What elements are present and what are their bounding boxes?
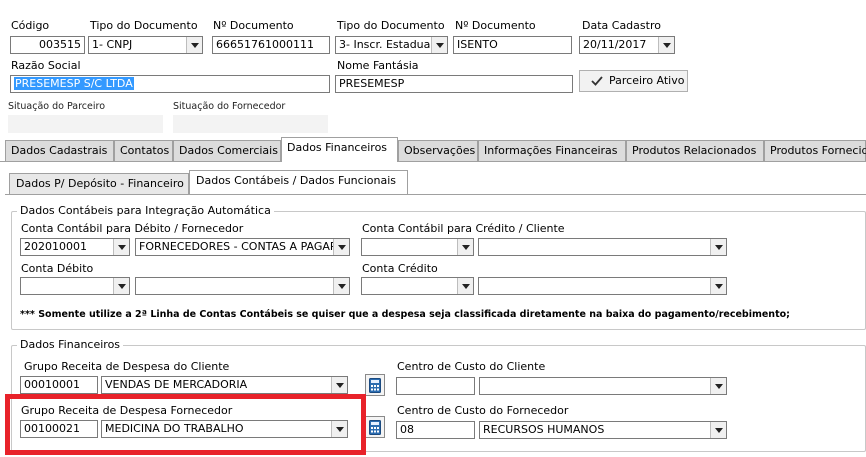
tipo-documento-select[interactable]: 1- CNPJ — [88, 36, 203, 54]
conta-debito-fornecedor-label: Conta Contábil para Débito / Fornecedor — [21, 222, 244, 235]
conta-credito-label: Conta Crédito — [362, 262, 438, 275]
codigo-label: Código — [11, 19, 50, 32]
tab-contatos[interactable]: Contatos — [114, 140, 173, 162]
centro-cliente-code-input[interactable] — [396, 377, 475, 395]
conta-debito-fornecedor-code: 202010001 — [24, 240, 87, 253]
conta-debito-desc-select[interactable] — [135, 277, 350, 295]
conta-debito-fornecedor-code-select[interactable]: 202010001 — [20, 238, 130, 256]
tipo-documento2-value: 3- Inscr. Estadual — [339, 38, 434, 51]
situacao-fornecedor-label: Situação do Fornecedor — [173, 101, 286, 112]
tab-informacoes-financeiras[interactable]: Informações Financeiras — [478, 140, 626, 162]
subtab-dados-deposito[interactable]: Dados P/ Depósito - Financeiro — [9, 173, 189, 195]
nome-fantasia-input[interactable]: PRESEMESP — [335, 75, 573, 93]
tab-dados-comerciais[interactable]: Dados Comerciais — [173, 140, 281, 162]
data-cadastro-picker[interactable]: 20/11/2017 — [579, 36, 675, 54]
razao-social-input[interactable]: PRESEMESP S/C LTDA — [10, 75, 330, 93]
chevron-down-icon[interactable] — [457, 278, 473, 294]
conta-debito-label: Conta Débito — [21, 262, 94, 275]
numero-documento-label: Nº Documento — [213, 19, 294, 32]
tab-produtos-relacionados[interactable]: Produtos Relacionados — [626, 140, 764, 162]
centro-cliente-label: Centro de Custo do Cliente — [397, 360, 546, 373]
situacao-fornecedor-field — [173, 115, 328, 133]
tab-dados-cadastrais[interactable]: Dados Cadastrais — [5, 140, 114, 162]
situacao-parceiro-field — [8, 115, 163, 133]
chevron-down-icon[interactable] — [457, 239, 473, 255]
parceiro-ativo-label: Parceiro Ativo — [609, 74, 685, 87]
grupo-fornecedor-label: Grupo Receita de Despesa Fornecedor — [21, 404, 233, 417]
centro-fornecedor-desc: RECURSOS HUMANOS — [483, 423, 605, 436]
tipo-documento2-select[interactable]: 3- Inscr. Estadual — [335, 36, 448, 54]
tipo-documento-value: 1- CNPJ — [92, 38, 133, 51]
razao-social-label: Razão Social — [11, 59, 81, 72]
conta-credito-desc-select[interactable] — [478, 277, 727, 295]
chevron-down-icon[interactable] — [333, 239, 349, 255]
chevron-down-icon[interactable] — [113, 278, 129, 294]
calculator-button-fornecedor[interactable] — [365, 416, 385, 438]
numero-documento-input[interactable]: 66651761000111 — [212, 36, 330, 54]
centro-cliente-desc-select[interactable] — [479, 377, 727, 395]
grupo-cliente-label: Grupo Receita de Despesa do Cliente — [24, 360, 230, 373]
codigo-input[interactable]: 003515 — [10, 36, 85, 54]
situacao-parceiro-label: Situação do Parceiro — [8, 101, 106, 112]
chevron-down-icon[interactable] — [710, 239, 726, 255]
data-cadastro-value: 20/11/2017 — [583, 38, 647, 51]
chevron-down-icon[interactable] — [333, 278, 349, 294]
grupo-cliente-desc-select[interactable]: VENDAS DE MERCADORIA — [101, 376, 348, 394]
chevron-down-icon[interactable] — [710, 278, 726, 294]
centro-fornecedor-desc-select[interactable]: RECURSOS HUMANOS — [479, 421, 727, 439]
grupo-cliente-code-input[interactable]: 00010001 — [20, 376, 98, 394]
chevron-down-icon[interactable] — [186, 37, 202, 53]
chevron-down-icon[interactable] — [331, 377, 347, 393]
tab-observacoes[interactable]: Observações — [398, 140, 478, 162]
checkmark-icon — [591, 76, 603, 86]
chevron-down-icon[interactable] — [431, 37, 447, 53]
numero-documento2-label: Nº Documento — [455, 19, 536, 32]
razao-social-value: PRESEMESP S/C LTDA — [14, 77, 134, 90]
conta-debito-code-select[interactable] — [20, 277, 130, 295]
subtab-dados-contabeis[interactable]: Dados Contábeis / Dados Funcionais — [189, 170, 408, 194]
calculator-button-cliente[interactable] — [365, 374, 385, 396]
dados-financeiros-title: Dados Financeiros — [17, 338, 124, 351]
grupo-cliente-desc: VENDAS DE MERCADORIA — [105, 378, 248, 391]
centro-fornecedor-code-input[interactable]: 08 — [396, 421, 475, 439]
chevron-down-icon[interactable] — [710, 422, 726, 438]
chevron-down-icon[interactable] — [113, 239, 129, 255]
calculator-icon — [369, 377, 381, 393]
chevron-down-icon[interactable] — [710, 378, 726, 394]
data-cadastro-label: Data Cadastro — [582, 19, 661, 32]
nome-fantasia-label: Nome Fantásia — [337, 59, 419, 72]
conta-debito-fornecedor-desc-select[interactable]: FORNECEDORES - CONTAS A PAGAR — [135, 238, 350, 256]
numero-documento2-input[interactable]: ISENTO — [453, 36, 572, 54]
chevron-down-icon[interactable] — [658, 37, 674, 53]
conta-credito-cliente-label: Conta Contábil para Crédito / Cliente — [362, 222, 565, 235]
chevron-down-icon[interactable] — [331, 421, 347, 437]
grupo-fornecedor-desc: MEDICINA DO TRABALHO — [105, 422, 244, 435]
conta-debito-fornecedor-desc: FORNECEDORES - CONTAS A PAGAR — [139, 240, 338, 253]
conta-credito-code-select[interactable] — [361, 277, 474, 295]
conta-credito-cliente-desc-select[interactable] — [478, 238, 727, 256]
tipo-documento2-label: Tipo do Documento — [337, 19, 445, 32]
grupo-fornecedor-desc-select[interactable]: MEDICINA DO TRABALHO — [101, 420, 348, 438]
tab-dados-financeiros[interactable]: Dados Financeiros — [281, 137, 398, 162]
tab-produtos-fornecidos[interactable]: Produtos Fornecidos — [764, 140, 866, 162]
grupo-fornecedor-code-input[interactable]: 00100021 — [20, 420, 98, 438]
conta-credito-cliente-code-select[interactable] — [361, 238, 474, 256]
tipo-documento-label: Tipo do Documento — [90, 19, 198, 32]
calculator-icon — [369, 419, 381, 435]
dados-contabeis-title: Dados Contábeis para Integração Automáti… — [17, 204, 274, 217]
parceiro-ativo-checkbox[interactable]: Parceiro Ativo — [579, 70, 688, 92]
contas-contabeis-note: *** Somente utilize a 2ª Linha de Contas… — [20, 309, 790, 320]
centro-fornecedor-label: Centro de Custo do Fornecedor — [397, 404, 569, 417]
